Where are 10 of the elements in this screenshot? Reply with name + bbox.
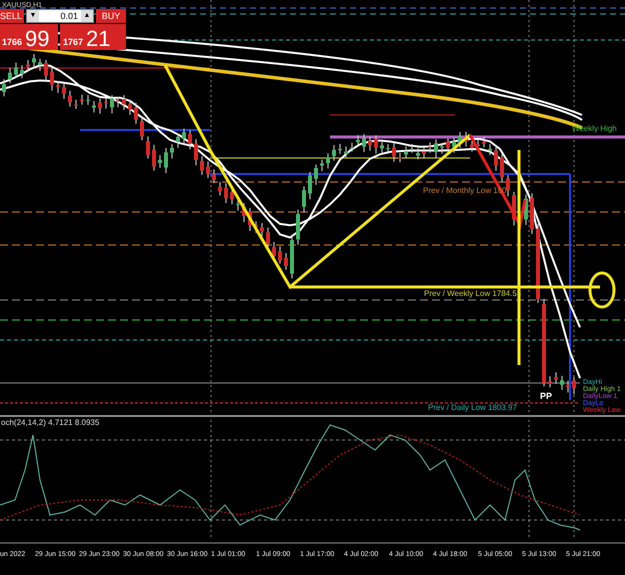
sell-button[interactable]: SELL [0, 9, 24, 23]
pivot-label: PP [540, 391, 552, 401]
circle-marker [588, 272, 616, 308]
level-label: Weekly High [572, 124, 617, 133]
indicator-label: och(24,14,2) 4.7121 8.0935 [1, 418, 100, 427]
buy-price-button[interactable]: 1767 21 [60, 24, 126, 50]
lot-value: 0.01 [59, 10, 79, 22]
buy-button[interactable]: BUY [96, 9, 126, 23]
level-label: Prev / Daily Low 1803.97 [428, 403, 517, 412]
sell-price-button[interactable]: 1766 99 [0, 24, 58, 50]
